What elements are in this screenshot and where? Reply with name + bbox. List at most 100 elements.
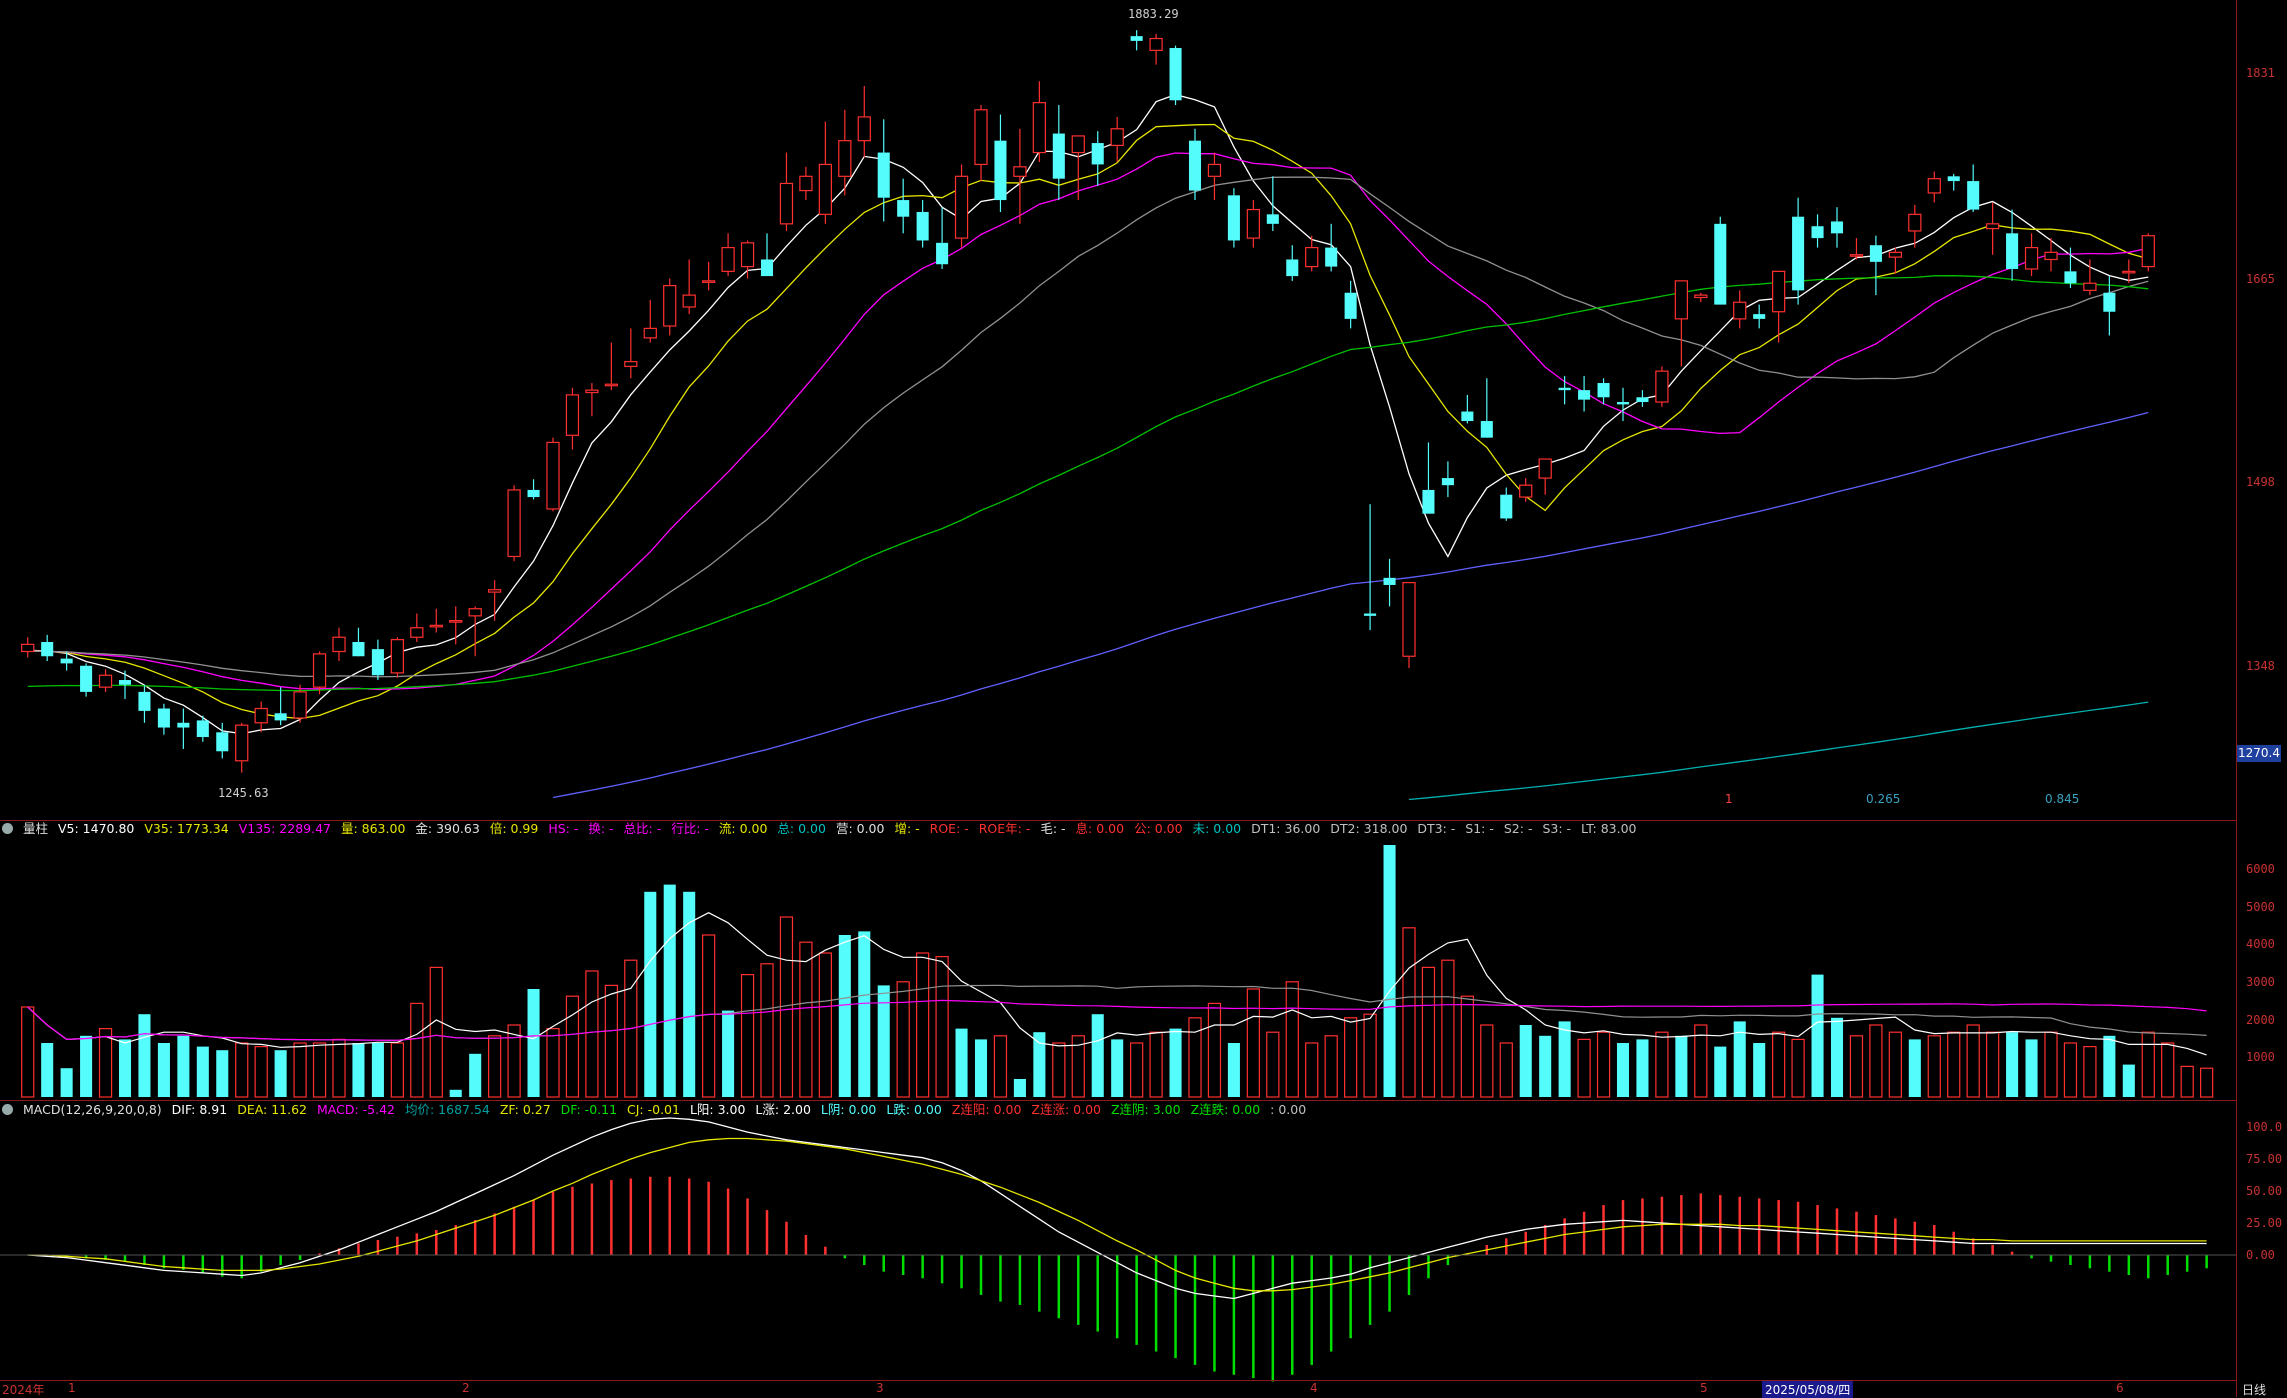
candle-body bbox=[2083, 282, 2097, 291]
time-axis: 2024年 1 2 3 4 5 2025/05/08/四 6 日线 bbox=[0, 1381, 2287, 1398]
volume-bar bbox=[760, 963, 774, 1098]
volume-bar bbox=[2063, 1042, 2078, 1098]
candle-body bbox=[1266, 214, 1279, 224]
cj-value: CJ: -0.01 bbox=[627, 1102, 680, 1117]
candle-body bbox=[1149, 37, 1163, 51]
ma60-line bbox=[27, 275, 2149, 692]
volume-bar bbox=[2141, 1031, 2155, 1098]
z-lianyin-value: Z连阴: 3.00 bbox=[1110, 1102, 1181, 1117]
volume-bar bbox=[98, 1027, 113, 1098]
macd-tick: 25.00 bbox=[2246, 1216, 2283, 1230]
high-price-label: 1883.29 bbox=[1128, 7, 1179, 21]
volume-bar bbox=[1091, 1014, 1104, 1097]
volume-bar bbox=[1986, 1031, 2000, 1098]
ma250-line bbox=[1408, 701, 2149, 801]
candle-body bbox=[1480, 421, 1493, 438]
volume-bar bbox=[332, 1038, 346, 1098]
candle-body bbox=[1032, 102, 1046, 154]
dt3-value: DT3: - bbox=[1417, 821, 1456, 836]
s3-value: S3: - bbox=[1542, 821, 1572, 836]
dt2-value: DT2: 318.00 bbox=[1330, 821, 1408, 836]
ma120-line bbox=[552, 411, 2149, 799]
volume-bar bbox=[1013, 1079, 1026, 1097]
candle-body bbox=[2044, 251, 2058, 261]
volume-bar bbox=[2122, 1064, 2135, 1097]
v5-value: V5: 1470.80 bbox=[57, 821, 135, 836]
candle-body bbox=[1207, 163, 1222, 177]
candle-body bbox=[624, 361, 638, 367]
volume-bar bbox=[1460, 995, 1474, 1098]
volume-bar bbox=[974, 1039, 988, 1097]
volume-bar bbox=[157, 1043, 170, 1097]
time-label: 2024年 bbox=[2, 1383, 45, 1397]
cursor-date: 2025/05/08/四 bbox=[1762, 1381, 1854, 1398]
candle-body bbox=[1364, 613, 1377, 616]
candle-body bbox=[1402, 582, 1416, 657]
s2-value: S2: - bbox=[1503, 821, 1533, 836]
amount-value: 金: 390.63 bbox=[415, 821, 480, 836]
lt-value: LT: 83.00 bbox=[1581, 821, 1637, 836]
candle-body bbox=[1849, 254, 1864, 257]
candle-body bbox=[1110, 128, 1124, 147]
volume-bar bbox=[1344, 1017, 1358, 1098]
candle-body bbox=[468, 608, 482, 617]
candle-body bbox=[157, 708, 170, 728]
volume-bar bbox=[1830, 1017, 1844, 1097]
volume-bar bbox=[1402, 927, 1416, 1098]
macd-tick: 75.00 bbox=[2246, 1152, 2283, 1166]
gear-icon[interactable] bbox=[2, 1104, 13, 1115]
volume-bar bbox=[1052, 1042, 1066, 1098]
indicator-name[interactable]: MACD(12,26,9,20,0,8) bbox=[23, 1102, 162, 1117]
candle-body bbox=[1461, 411, 1474, 422]
volume-bar bbox=[1246, 988, 1260, 1098]
s1-value: S1: - bbox=[1465, 821, 1494, 836]
candle-body bbox=[1947, 176, 1960, 182]
candle-body bbox=[80, 665, 93, 692]
volume-bar bbox=[1888, 1031, 1902, 1098]
industry-ratio-value: 行比: - bbox=[671, 821, 709, 836]
time-label: 1 bbox=[68, 1381, 76, 1395]
candle-body bbox=[1538, 458, 1552, 479]
volume-bar bbox=[2083, 1045, 2097, 1098]
candle-body bbox=[721, 246, 735, 272]
volume-bar bbox=[1207, 1002, 1222, 1098]
volume-bar bbox=[935, 955, 949, 1098]
moving-average-lines bbox=[27, 93, 2149, 801]
indicator-name[interactable]: 量柱 bbox=[23, 821, 48, 836]
float-value: 流: 0.00 bbox=[718, 821, 768, 836]
volume-tick: 3000 bbox=[2246, 975, 2275, 989]
time-label: 4 bbox=[1310, 1381, 1318, 1395]
volume-bar bbox=[1558, 1021, 1571, 1097]
time-label: 2 bbox=[462, 1381, 470, 1395]
candle-body bbox=[1636, 397, 1649, 403]
candle-body bbox=[1811, 226, 1824, 239]
candle-body bbox=[994, 140, 1007, 201]
volume-bar bbox=[1616, 1043, 1630, 1097]
candlestick-series bbox=[21, 30, 2155, 773]
volume-bar bbox=[818, 952, 832, 1098]
candle-body bbox=[527, 489, 540, 498]
z-lianzhang-value: Z连涨: 0.00 bbox=[1031, 1102, 1101, 1117]
candle-body bbox=[410, 627, 424, 638]
ma30-line bbox=[27, 176, 2149, 678]
gear-icon[interactable] bbox=[2, 823, 13, 834]
volume-bar bbox=[546, 1027, 560, 1098]
z-liandie-value: Z连跌: 0.00 bbox=[1190, 1102, 1261, 1117]
volume-bar bbox=[644, 891, 657, 1097]
volume-tick: 5000 bbox=[2246, 900, 2275, 914]
volume-bar bbox=[1714, 1046, 1727, 1097]
candle-body bbox=[1246, 208, 1260, 239]
volume-bar bbox=[1363, 1013, 1377, 1098]
period-selector[interactable]: 日线 bbox=[2242, 1381, 2266, 1398]
volume-bar bbox=[2103, 1035, 2116, 1097]
macd-tick: 100.0 bbox=[2246, 1120, 2283, 1134]
ratio-label: 0.845 bbox=[2045, 792, 2080, 806]
chart-canvas[interactable] bbox=[0, 0, 2287, 1397]
volume-bar bbox=[1499, 1042, 1513, 1098]
zf-value: ZF: 0.27 bbox=[499, 1102, 551, 1117]
volume-bars bbox=[21, 845, 2214, 1098]
ratio-label: 0.265 bbox=[1866, 792, 1901, 806]
candle-body bbox=[1772, 270, 1786, 313]
candle-body bbox=[216, 732, 229, 752]
candle-body bbox=[2141, 235, 2155, 268]
